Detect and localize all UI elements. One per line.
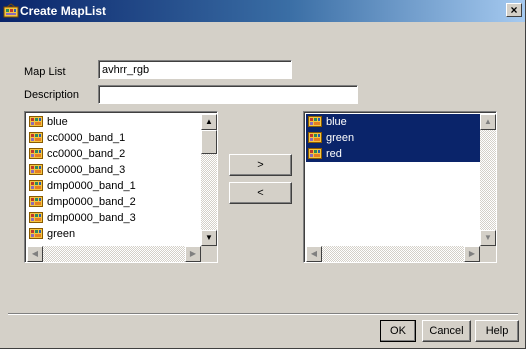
list-item[interactable]: blue	[27, 114, 201, 130]
list-item[interactable]: blue	[306, 114, 480, 130]
list-item[interactable]: green	[27, 226, 201, 242]
target-list-items: blue green red	[306, 114, 480, 162]
list-item-label: green	[326, 132, 355, 144]
raster-map-icon	[29, 148, 43, 159]
list-item-label: dmp0000_band_2	[47, 196, 136, 208]
list-item[interactable]: cc0000_band_3	[27, 162, 201, 178]
ok-button[interactable]: OK	[380, 320, 416, 342]
list-item-label: blue	[326, 116, 347, 128]
list-item-label: green	[47, 228, 76, 240]
raster-map-icon	[29, 180, 43, 191]
list-item[interactable]: red	[306, 146, 480, 162]
raster-map-icon	[29, 132, 43, 143]
raster-map-icon	[29, 164, 43, 175]
maplist-label: Map List	[24, 66, 66, 78]
description-label: Description	[24, 89, 80, 101]
add-to-maplist-button[interactable]: >	[229, 154, 292, 176]
list-item-label: cc0000_band_2	[47, 148, 126, 160]
scrollbar-corner	[201, 246, 217, 262]
source-horizontal-scrollbar[interactable]: ◀ ▶	[27, 246, 201, 262]
scrollbar-corner	[480, 246, 496, 262]
list-item[interactable]: dmp0000_band_2	[27, 194, 201, 210]
list-item[interactable]: dmp0000_band_1	[27, 178, 201, 194]
list-item-label: red	[326, 148, 342, 160]
remove-from-maplist-button[interactable]: <	[229, 182, 292, 204]
scroll-right-icon[interactable]: ▶	[185, 246, 201, 262]
window-title: Create MapList	[20, 4, 107, 18]
raster-map-icon	[29, 116, 43, 127]
target-horizontal-scrollbar[interactable]: ◀ ▶	[306, 246, 480, 262]
scroll-left-icon[interactable]: ◀	[27, 246, 43, 262]
list-item-label: blue	[47, 116, 68, 128]
scroll-up-icon[interactable]: ▲	[480, 114, 496, 130]
raster-map-icon	[308, 148, 322, 159]
list-item[interactable]: cc0000_band_1	[27, 130, 201, 146]
list-item[interactable]: dmp0000_band_3	[27, 210, 201, 226]
create-maplist-dialog: Create MapList × Map List avhrr_rgb Desc…	[0, 0, 526, 349]
raster-map-icon	[308, 132, 322, 143]
raster-map-icon	[308, 116, 322, 127]
raster-map-icon	[29, 228, 43, 239]
close-button[interactable]: ×	[506, 3, 522, 17]
cancel-button[interactable]: Cancel	[422, 320, 471, 342]
scroll-right-icon[interactable]: ▶	[464, 246, 480, 262]
scroll-down-icon[interactable]: ▼	[480, 230, 496, 246]
list-item-label: dmp0000_band_1	[47, 180, 136, 192]
list-item-label: cc0000_band_1	[47, 132, 126, 144]
source-map-list[interactable]: blue cc0000_band_1 cc0000_band_2 cc0000_ban…	[24, 111, 218, 263]
description-input[interactable]	[98, 85, 358, 104]
scroll-left-icon[interactable]: ◀	[306, 246, 322, 262]
target-vertical-scrollbar[interactable]: ▲ ▼	[480, 114, 496, 246]
scroll-up-icon[interactable]: ▲	[201, 114, 217, 130]
scroll-down-icon[interactable]: ▼	[201, 230, 217, 246]
help-button[interactable]: Help	[475, 320, 519, 342]
list-item-label: dmp0000_band_3	[47, 212, 136, 224]
source-list-items: blue cc0000_band_1 cc0000_band_2 cc0000_ban…	[27, 114, 201, 242]
raster-map-icon	[29, 196, 43, 207]
raster-map-icon	[29, 212, 43, 223]
maplist-app-icon	[3, 3, 19, 19]
source-scroll-thumb[interactable]	[201, 130, 217, 154]
target-map-list[interactable]: blue green red ▲ ▼ ◀ ▶	[303, 111, 497, 263]
source-vertical-scrollbar[interactable]: ▲ ▼	[201, 114, 217, 246]
title-bar[interactable]: Create MapList ×	[0, 0, 525, 22]
list-item[interactable]: green	[306, 130, 480, 146]
maplist-input[interactable]: avhrr_rgb	[98, 60, 292, 79]
list-item-label: cc0000_band_3	[47, 164, 126, 176]
footer-divider	[8, 313, 518, 315]
list-item[interactable]: cc0000_band_2	[27, 146, 201, 162]
